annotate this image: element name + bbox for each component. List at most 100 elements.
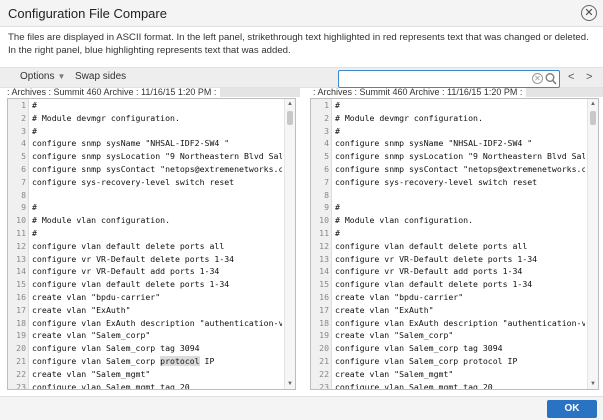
dialog-description: The files are displayed in ASCII format.… <box>8 32 589 56</box>
code-line: 5 configure snmp sysLocation "9 Northeast… <box>311 150 585 163</box>
code-line: 22 create vlan "Salem_mgmt" <box>8 368 282 381</box>
code-line: 12 configure vlan default delete ports al… <box>311 240 585 253</box>
search-input[interactable] <box>342 72 522 86</box>
line-number: 5 <box>324 151 329 162</box>
search-box[interactable]: ✕ <box>338 70 560 88</box>
line-text: # Module vlan configuration. <box>32 215 171 226</box>
options-menu-button[interactable]: Options ▼ <box>20 71 65 82</box>
ok-button[interactable]: OK <box>547 400 597 418</box>
next-match-button[interactable]: > <box>586 71 592 83</box>
line-number: 4 <box>21 138 26 149</box>
line-number: 4 <box>324 138 329 149</box>
line-number: 18 <box>16 317 26 328</box>
right-code-panel[interactable]: 1 #2 # Module devmgr configuration. 3 #4 conf… <box>310 98 599 390</box>
left-code-panel[interactable]: 1 #2 # Module devmgr configuration. 3 #4 conf… <box>7 98 296 390</box>
line-text: # <box>335 125 340 136</box>
line-text: # Module devmgr configuration. <box>32 112 180 123</box>
dialog-title: Configuration File Compare <box>8 6 167 21</box>
line-text: configure snmp sysContact "netops@extrem… <box>32 163 282 174</box>
line-number: 23 <box>319 381 329 389</box>
line-text: configure snmp sysName "NHSAL-IDF2-SW4 " <box>335 138 533 149</box>
code-line: 3 # <box>8 125 282 138</box>
code-line: 20 configure vlan Salem_corp tag 3094 <box>8 342 282 355</box>
line-number: 19 <box>319 330 329 341</box>
line-text: # <box>32 100 37 110</box>
compare-toolbar: Options ▼ Swap sides ✕ < > <box>0 67 603 88</box>
line-number: 9 <box>324 202 329 213</box>
line-number: 11 <box>16 227 26 238</box>
line-number: 13 <box>16 253 26 264</box>
code-line: 7 configure sys-recovery-level switch res… <box>8 176 282 189</box>
line-text: # <box>32 227 37 238</box>
line-text: configure sys-recovery-level switch rese… <box>32 176 235 187</box>
code-line: 13 configure vr VR-Default delete ports 1… <box>311 253 585 266</box>
left-vertical-scrollbar[interactable]: ▲ ▼ <box>284 99 295 389</box>
code-line: 21 configure vlan Salem_corp protocol IP <box>8 355 282 368</box>
code-line: 4 configure snmp sysName "NHSAL-IDF2-SW4 … <box>8 137 282 150</box>
line-number: 10 <box>319 215 329 226</box>
code-line: 6 configure snmp sysContact "netops@extre… <box>8 163 282 176</box>
line-number: 22 <box>319 368 329 379</box>
right-archive-label: : Archives : Summit 460 Archive : 11/16/… <box>313 87 603 98</box>
line-number: 21 <box>319 355 329 366</box>
code-line: 23 configure vlan Salem_mgmt tag 20 <box>8 381 282 389</box>
line-number: 17 <box>16 304 26 315</box>
previous-match-button[interactable]: < <box>568 71 574 83</box>
line-number: 13 <box>319 253 329 264</box>
code-line: 19 create vlan "Salem_corp" <box>311 329 585 342</box>
line-text: create vlan "bpdu-carrier" <box>32 291 161 302</box>
code-line: 2 # Module devmgr configuration. <box>311 112 585 125</box>
right-vertical-scrollbar[interactable]: ▲ ▼ <box>587 99 598 389</box>
highlighted-word: protocol <box>160 355 200 366</box>
line-number: 3 <box>324 125 329 136</box>
code-line: 19 create vlan "Salem_corp" <box>8 329 282 342</box>
scrollbar-thumb[interactable] <box>590 111 596 125</box>
line-number: 15 <box>16 279 26 290</box>
scrollbar-thumb[interactable] <box>287 111 293 125</box>
line-text: configure snmp sysName "NHSAL-IDF2-SW4 " <box>32 138 230 149</box>
chevron-down-icon: ▼ <box>57 72 66 81</box>
code-line: 13 configure vr VR-Default delete ports 1… <box>8 253 282 266</box>
scroll-up-icon[interactable]: ▲ <box>588 99 598 109</box>
line-text: configure vlan Salem_mgmt tag 20 <box>335 381 493 389</box>
left-archive-text: : Archives : Summit 460 Archive : 11/16/… <box>7 87 217 97</box>
code-line: 16 create vlan "bpdu-carrier" <box>311 291 585 304</box>
line-text: configure snmp sysLocation "9 Northeaste… <box>335 151 585 162</box>
line-text: configure vlan Salem_mgmt tag 20 <box>32 381 190 389</box>
line-text: configure vlan ExAuth description "authe… <box>335 317 585 328</box>
code-line: 9 # <box>8 201 282 214</box>
line-text: configure vlan Salem_corp tag 3094 <box>335 343 503 354</box>
line-number: 5 <box>21 151 26 162</box>
line-number: 2 <box>21 112 26 123</box>
scroll-up-icon[interactable]: ▲ <box>285 99 295 109</box>
clear-icon[interactable]: ✕ <box>532 73 543 84</box>
line-number: 8 <box>21 189 26 200</box>
line-text: configure snmp sysLocation "9 Northeaste… <box>32 151 282 162</box>
code-line: 4 configure snmp sysName "NHSAL-IDF2-SW4 … <box>311 137 585 150</box>
code-line: 6 configure snmp sysContact "netops@extre… <box>311 163 585 176</box>
code-line: 15 configure vlan default delete ports 1-… <box>311 278 585 291</box>
code-line: 17 create vlan "ExAuth" <box>311 304 585 317</box>
line-number: 23 <box>16 381 26 389</box>
scroll-down-icon[interactable]: ▼ <box>588 379 598 389</box>
swap-sides-button[interactable]: Swap sides <box>75 71 126 82</box>
line-text: configure vlan Salem_corp protocol IP <box>32 355 215 366</box>
line-number: 16 <box>16 291 26 302</box>
line-text: # <box>335 100 340 110</box>
line-text: configure vr VR-Default delete ports 1-3… <box>335 253 538 264</box>
line-number: 11 <box>319 227 329 238</box>
line-text: create vlan "Salem_mgmt" <box>32 368 151 379</box>
line-text: configure vlan default delete ports all <box>32 240 225 251</box>
line-number: 2 <box>324 112 329 123</box>
line-number: 14 <box>16 266 26 277</box>
code-line: 3 # <box>311 125 585 138</box>
line-number: 21 <box>16 355 26 366</box>
search-icon[interactable] <box>545 72 557 86</box>
line-text: configure vlan default delete ports 1-34 <box>32 279 230 290</box>
code-line: 2 # Module devmgr configuration. <box>8 112 282 125</box>
line-text: # <box>32 125 37 136</box>
code-line: 9 # <box>311 201 585 214</box>
scroll-down-icon[interactable]: ▼ <box>285 379 295 389</box>
line-number: 15 <box>319 279 329 290</box>
close-icon[interactable]: ✕ <box>581 5 597 21</box>
